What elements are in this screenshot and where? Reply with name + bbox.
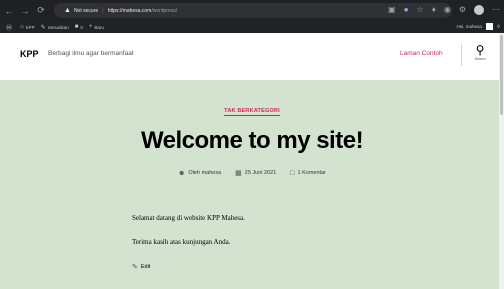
page-scrollbar[interactable] bbox=[499, 33, 504, 289]
calendar-icon: ▦ bbox=[235, 170, 242, 177]
admin-search-icon[interactable]: ⚲ bbox=[497, 24, 500, 30]
customize-label: Sesuaikan bbox=[47, 24, 69, 30]
site-header: KPP Berbagi ilmu agar bermanfaat Laman C… bbox=[0, 33, 504, 80]
wordpress-logo-icon[interactable]: Ⓜ bbox=[6, 23, 14, 32]
brush-icon: ✎ bbox=[40, 24, 46, 31]
profile-avatar[interactable] bbox=[474, 5, 484, 15]
comment-icon: ■ bbox=[74, 24, 79, 30]
post-title[interactable]: Welcome to my site! bbox=[0, 127, 504, 155]
reload-icon[interactable]: ⟳ bbox=[34, 5, 48, 16]
post-meta: ☻ Oleh mahesa ▦ 25 Juni 2021 □ 1 Komentar bbox=[0, 169, 504, 178]
post-body: Selamat datang di website KPP Mahesa. Te… bbox=[132, 214, 245, 262]
plus-icon: + bbox=[88, 24, 93, 30]
admin-site-link[interactable]: ⌂ KPP bbox=[20, 24, 35, 30]
search-toggle-button[interactable]: ⚲ Search bbox=[469, 44, 491, 61]
wp-admin-bar: Ⓜ ⌂ KPP ✎ Sesuaikan ■ 0 + Baru Hai, mahesa ⚲ bbox=[0, 21, 504, 33]
admin-avatar[interactable] bbox=[485, 23, 493, 30]
url-text[interactable]: https://mahesa.com/wordpress/ bbox=[108, 8, 177, 14]
translate-icon[interactable]: ▣ bbox=[388, 4, 396, 16]
forward-icon[interactable]: → bbox=[18, 6, 32, 16]
post-author[interactable]: ☻ Oleh mahesa bbox=[178, 169, 221, 177]
edit-icon: ✎ bbox=[132, 264, 138, 271]
admin-account[interactable]: Hai, mahesa ⚲ bbox=[456, 23, 500, 30]
home-icon: ⌂ bbox=[20, 24, 24, 30]
comments-link[interactable]: ■ 0 bbox=[75, 24, 83, 30]
star-icon[interactable]: ☆ bbox=[417, 4, 424, 16]
post-comments[interactable]: □ 1 Komentar bbox=[290, 169, 326, 177]
comments-count: 0 bbox=[80, 24, 83, 30]
post-content-area: TAK BERKATEGORI Welcome to my site! ☻ Ole… bbox=[0, 80, 504, 289]
post-date[interactable]: ▦ 25 Juni 2021 bbox=[235, 169, 276, 177]
extension-icon[interactable]: ● bbox=[404, 4, 409, 16]
new-label: Baru bbox=[94, 24, 104, 30]
post-paragraph: Selamat datang di website KPP Mahesa. bbox=[132, 214, 245, 222]
puzzle-icon[interactable]: ♦ bbox=[432, 4, 436, 16]
customize-link[interactable]: ✎ Sesuaikan bbox=[41, 24, 69, 31]
search-icon: ⚲ bbox=[475, 43, 485, 57]
more-icon[interactable]: ⋯ bbox=[492, 4, 500, 16]
url-path: /wordpress/ bbox=[151, 7, 178, 14]
comment-icon: □ bbox=[290, 169, 295, 177]
comments-label: 1 Komentar bbox=[297, 170, 326, 176]
header-divider bbox=[461, 44, 462, 66]
url-host: https://mahesa.com bbox=[107, 7, 152, 14]
edit-label: Edit bbox=[140, 264, 151, 270]
admin-site-name: KPP bbox=[25, 24, 35, 30]
admin-greeting: Hai, mahesa bbox=[456, 24, 482, 29]
new-content-link[interactable]: + Baru bbox=[89, 24, 104, 30]
settings-icon[interactable]: ⚙ bbox=[459, 4, 466, 16]
user-icon: ☻ bbox=[178, 169, 186, 177]
browser-toolbar: ← → ⟳ ▲ Not secure | https://mahesa.com/… bbox=[0, 0, 504, 21]
nav-link-sample-page[interactable]: Laman Contoh bbox=[400, 50, 443, 57]
search-label: Search bbox=[474, 57, 486, 61]
category-link[interactable]: TAK BERKATEGORI bbox=[224, 108, 280, 116]
site-title[interactable]: KPP bbox=[20, 49, 39, 59]
post-category: TAK BERKATEGORI bbox=[0, 108, 504, 116]
site-tagline: Berbagi ilmu agar bermanfaat bbox=[48, 50, 134, 57]
toolbar-icons: ▣ ● ☆ ♦ ◉ ⚙ ⋯ bbox=[388, 4, 500, 16]
date-label: 25 Juni 2021 bbox=[244, 170, 277, 176]
post-paragraph: Terima kasih atas kunjungan Anda. bbox=[132, 238, 231, 246]
divider: | bbox=[102, 7, 104, 14]
back-icon[interactable]: ← bbox=[2, 6, 16, 16]
warning-icon[interactable]: ▲ bbox=[64, 7, 71, 14]
author-label: Oleh mahesa bbox=[188, 170, 222, 176]
security-label[interactable]: Not secure bbox=[74, 8, 98, 14]
edit-post-link[interactable]: ✎ Edit bbox=[132, 263, 150, 271]
screen: ← → ⟳ ▲ Not secure | https://mahesa.com/… bbox=[0, 0, 504, 289]
media-icon[interactable]: ◉ bbox=[444, 4, 451, 16]
scrollbar-thumb[interactable] bbox=[500, 35, 503, 115]
